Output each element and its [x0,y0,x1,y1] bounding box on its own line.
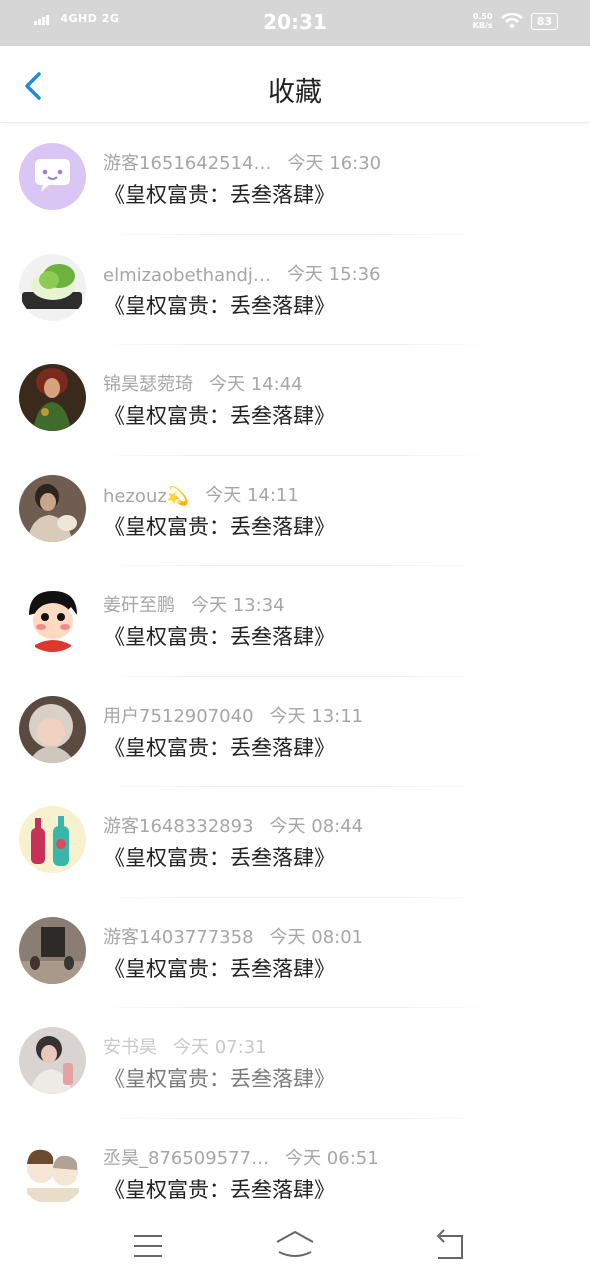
person-photo-image [19,1027,86,1094]
timestamp: 今天 13:34 [191,595,285,616]
net-speed-unit: KB/s [472,21,493,30]
timestamp: 今天 14:44 [209,374,303,395]
username: elmizaobethandj… [103,264,271,286]
cartoon-couple-image [19,1137,86,1205]
avatar[interactable] [19,585,86,652]
item-meta: elmizaobethandj… 今天 15:36 [103,260,381,286]
timestamp: 今天 08:01 [269,926,364,948]
timestamp: 今天 07:31 [173,1037,267,1058]
avatar[interactable] [19,695,86,763]
header-bar: 收藏 [0,46,590,123]
avatar[interactable] [19,806,86,873]
avatar[interactable] [19,143,86,210]
timestamp: 今天 08:44 [269,816,364,837]
item-meta: 安书昊 今天 07:31 [103,1033,267,1059]
net-speed-value: 0.50 [472,12,493,21]
avatar[interactable] [19,916,86,984]
timestamp: 今天 06:51 [285,1147,379,1169]
battery-level: 83 [536,14,552,28]
net-speed: 0.50 KB/s [473,12,493,30]
username: hezouz💫 [103,485,190,507]
status-bar: 4GHD 2G 20:31 0.50 KB/s 83 [0,0,590,46]
username: 安书昊 [103,1037,157,1058]
item-meta: 丞昊_876509577… 今天 06:51 [103,1144,379,1170]
list-item[interactable]: elmizaobethandj… 今天 15:36 《皇权富贵：丢叁落肆》 [0,235,590,345]
list-item[interactable]: 游客1648332893 今天 08:44 《皇权富贵：丢叁落肆》 [0,787,590,898]
item-title[interactable]: 《皇权富贵：丢叁落肆》 [104,1174,335,1204]
bottles-image [19,806,86,873]
timestamp: 今天 14:11 [205,484,299,506]
item-meta: hezouz💫 今天 14:11 [103,481,299,507]
list-item[interactable]: 用户7512907040 今天 13:11 《皇权富贵：丢叁落肆》 [0,677,590,787]
timestamp: 今天 13:11 [269,705,364,727]
home-icon[interactable] [265,1226,325,1266]
item-meta: 锦昊瑟菀琦 今天 14:44 [103,370,303,396]
item-meta: 游客1648332893 今天 08:44 [103,812,363,838]
status-right: 0.50 KB/s 83 [473,12,558,30]
list-item[interactable]: hezouz💫 今天 14:11 《皇权富贵：丢叁落肆》 [0,456,590,566]
avatar[interactable] [19,1027,86,1094]
cafe-photo-image [19,916,86,984]
item-meta: 姜矸至鹏 今天 13:34 [103,591,285,617]
item-title[interactable]: 《皇权富贵：丢叁落肆》 [104,953,335,983]
battery-icon: 83 [530,12,558,30]
avatar[interactable] [19,253,86,321]
wifi-icon [500,13,523,29]
system-nav-bar [0,1212,590,1280]
person-photo-image [19,474,86,542]
avatar[interactable] [19,364,86,431]
list-item[interactable]: 游客1651642514… 今天 16:30 《皇权富贵：丢叁落肆》 [0,124,590,235]
jade-cabbage-image [19,253,86,321]
timestamp: 今天 16:30 [287,153,382,174]
favorites-list: 游客1651642514… 今天 16:30 《皇权富贵：丢叁落肆》 elmiza… [0,124,590,1229]
item-title[interactable]: 《皇权富贵：丢叁落肆》 [104,732,335,762]
username: 游客1403777358 [103,926,254,948]
list-item[interactable]: 姜矸至鹏 今天 13:34 《皇权富贵：丢叁落肆》 [0,566,590,677]
username: 游客1648332893 [103,816,254,837]
timestamp: 今天 15:36 [286,263,381,285]
avatar[interactable] [19,1137,86,1205]
list-item[interactable]: 游客1403777358 今天 08:01 《皇权富贵：丢叁落肆》 [0,898,590,1008]
page-title: 收藏 [268,77,322,108]
item-meta: 用户7512907040 今天 13:11 [103,702,363,728]
item-meta: 游客1651642514… 今天 16:30 [103,149,381,175]
item-title[interactable]: 《皇权富贵：丢叁落肆》 [104,290,335,320]
chat-bubble-icon [19,143,86,210]
item-title[interactable]: 《皇权富贵：丢叁落肆》 [104,511,335,541]
game-character-image [19,364,86,431]
cartoon-boy-image [19,585,86,652]
back-icon[interactable] [420,1226,480,1266]
menu-icon[interactable] [118,1226,178,1266]
item-title[interactable]: 《皇权富贵：丢叁落肆》 [104,1063,335,1093]
username: 锦昊瑟菀琦 [103,374,193,395]
item-meta: 游客1403777358 今天 08:01 [103,923,363,949]
username: 丞昊_876509577… [103,1147,270,1169]
item-title[interactable]: 《皇权富贵：丢叁落肆》 [104,400,335,430]
list-item[interactable]: 安书昊 今天 07:31 《皇权富贵：丢叁落肆》 [0,1008,590,1119]
baby-photo-image [19,695,86,763]
item-title[interactable]: 《皇权富贵：丢叁落肆》 [104,842,335,872]
item-title[interactable]: 《皇权富贵：丢叁落肆》 [104,621,335,651]
username: 游客1651642514… [103,153,272,174]
avatar[interactable] [19,474,86,542]
username: 用户7512907040 [103,705,254,727]
username: 姜矸至鹏 [103,595,175,616]
list-item[interactable]: 锦昊瑟菀琦 今天 14:44 《皇权富贵：丢叁落肆》 [0,345,590,456]
item-title[interactable]: 《皇权富贵：丢叁落肆》 [104,179,335,209]
